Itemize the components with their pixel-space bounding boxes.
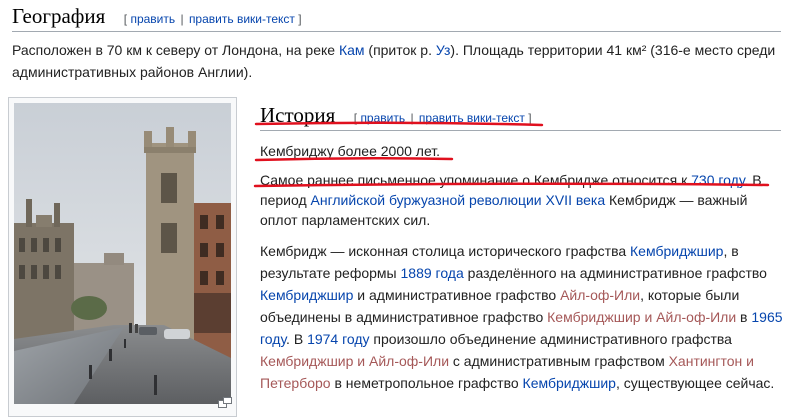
link-english-revolution[interactable]: Английской буржуазной революции XVII век…	[311, 192, 606, 208]
edit-bracket-open: [	[123, 12, 128, 26]
edit-bracket-close: ]	[298, 12, 302, 26]
link-ouse-river[interactable]: Уз	[436, 42, 451, 58]
history-text: в	[736, 309, 752, 325]
history-text: с административным графством	[449, 353, 669, 369]
history-text: в неметропольное графство	[330, 375, 523, 391]
edit-separator: |	[180, 12, 184, 26]
edit-bracket-open: [	[353, 111, 358, 125]
geo-text: (приток р.	[364, 42, 436, 58]
geography-edit-links: [ править | править вики-текст ]	[124, 12, 302, 26]
history-paragraph-3: Кембридж — исконная столица историческог…	[260, 240, 785, 394]
link-cambridgeshire[interactable]: Кембриджшир	[260, 287, 353, 303]
link-1974-year[interactable]: 1974 году	[307, 331, 369, 347]
cambridge-street-photo[interactable]	[14, 103, 231, 404]
link-isle-of-ely[interactable]: Айл-оф-Или	[560, 287, 640, 303]
history-text: произошло объединение административного …	[369, 331, 732, 347]
history-text: Самое раннее письменное упоминание о Кем…	[260, 172, 692, 188]
history-text: разделённого на административное графств…	[463, 265, 767, 281]
history-text: Кембридж — исконная столица историческог…	[260, 243, 631, 259]
magnify-icon[interactable]	[218, 395, 232, 413]
edit-separator: |	[410, 111, 414, 125]
history-text: и административное графство	[353, 287, 561, 303]
thumbnail-frame	[8, 97, 237, 417]
link-cam-river[interactable]: Кам	[339, 42, 365, 58]
history-edit-source-link[interactable]: править вики-текст	[419, 111, 525, 125]
geography-heading: География [ править | править вики-текст…	[12, 4, 781, 32]
history-edit-link[interactable]: править	[360, 111, 405, 125]
geography-edit-link[interactable]: править	[130, 12, 175, 26]
history-text: . В	[286, 331, 308, 347]
link-cambridgeshire-and-isle-of-ely[interactable]: Кембриджшир и Айл-оф-Или	[547, 309, 736, 325]
geography-edit-source-link[interactable]: править вики-текст	[189, 12, 295, 26]
history-paragraph-1: Кембриджу более 2000 лет.	[260, 141, 780, 161]
link-cambridgeshire[interactable]: Кембриджшир	[523, 375, 616, 391]
edit-bracket-close: ]	[528, 111, 532, 125]
geography-paragraph: Расположен в 70 км к северу от Лондона, …	[12, 39, 787, 83]
history-text: , существующее сейчас.	[615, 375, 775, 391]
history-title: История	[260, 103, 336, 127]
history-heading: История [ править | править вики-текст ]	[260, 103, 781, 131]
link-1889-year[interactable]: 1889 года	[401, 265, 464, 281]
link-730-year[interactable]: 730 году	[691, 172, 744, 188]
link-cambridgeshire-and-isle-of-ely[interactable]: Кембриджшир и Айл-оф-Или	[260, 353, 449, 369]
geo-text: Расположен в 70 км к северу от Лондона, …	[12, 42, 339, 58]
history-text: Кембриджу более 2000 лет.	[260, 143, 441, 159]
history-paragraph-2: Самое раннее письменное упоминание о Кем…	[260, 170, 785, 230]
history-edit-links: [ править | править вики-текст ]	[354, 111, 532, 125]
geography-title: География	[12, 4, 106, 28]
link-cambridgeshire[interactable]: Кембриджшир	[630, 243, 723, 259]
